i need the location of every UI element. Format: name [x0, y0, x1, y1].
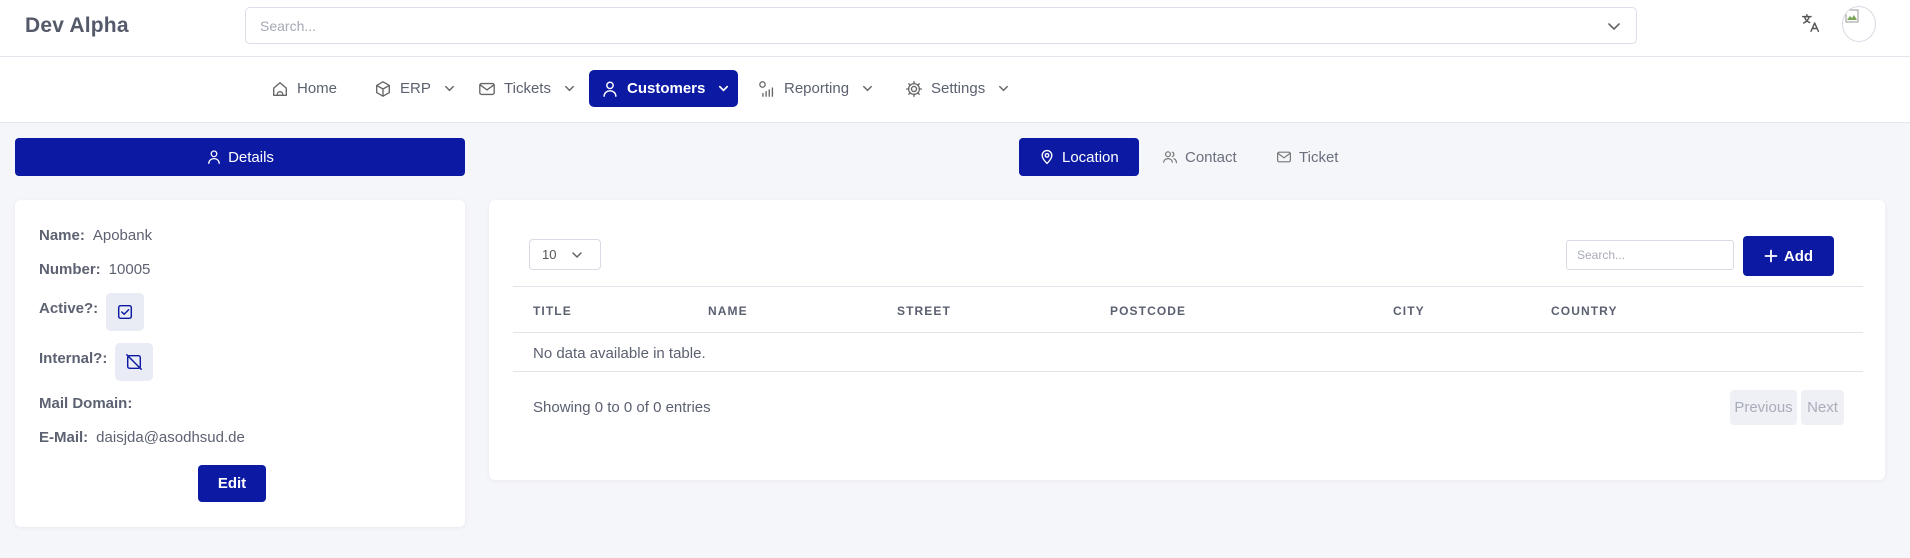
internal-checkbox[interactable] [115, 343, 154, 381]
checkbox-off-icon [126, 354, 143, 370]
empty-table-message: No data available in table. [533, 345, 706, 362]
number-field: Number: 10005 [39, 261, 150, 278]
tab-label: Location [1062, 148, 1119, 166]
email-value: daisjda@asodhsud.de [96, 429, 245, 446]
plus-icon [1764, 249, 1778, 263]
table-info: Showing 0 to 0 of 0 entries [533, 399, 711, 416]
chart-icon [759, 80, 774, 97]
table-search[interactable] [1566, 240, 1734, 270]
gear-icon [905, 80, 923, 97]
mail-icon [1277, 151, 1291, 163]
details-button[interactable]: Details [15, 138, 465, 176]
email-label: E-Mail: [39, 429, 89, 446]
number-label: Number: [39, 261, 101, 278]
table-search-input[interactable] [1567, 241, 1733, 269]
global-search-input[interactable] [246, 8, 1636, 43]
tab-contact[interactable]: Contact [1142, 138, 1257, 176]
internal-field: Internal?: [39, 343, 154, 381]
tab-ticket[interactable]: Ticket [1256, 138, 1358, 176]
chevron-down-icon [999, 85, 1009, 92]
details-button-label: Details [228, 148, 274, 166]
next-page-button[interactable]: Next [1801, 390, 1844, 425]
checkbox-checked-icon [118, 304, 133, 320]
tab-location[interactable]: Location [1019, 138, 1139, 176]
name-field: Name: Apobank [39, 227, 152, 244]
column-header-name[interactable]: NAME [708, 304, 748, 318]
users-icon [1163, 151, 1177, 164]
active-field: Active?: [39, 293, 145, 331]
nav-item-tickets[interactable]: Tickets [466, 70, 588, 107]
tab-label: Ticket [1299, 148, 1339, 166]
name-label: Name: [39, 227, 85, 244]
nav-item-label: ERP [400, 80, 431, 97]
chevron-down-icon [863, 85, 873, 92]
page-length-select[interactable]: 10 [529, 239, 601, 270]
broken-image-icon [1845, 9, 1859, 23]
internal-label: Internal?: [39, 349, 108, 367]
user-icon [208, 150, 220, 165]
previous-page-button[interactable]: Previous [1730, 390, 1797, 425]
global-search[interactable] [245, 7, 1637, 44]
mail-domain-field: Mail Domain: [39, 395, 140, 412]
chevron-down-icon [719, 85, 729, 92]
table-divider [513, 286, 1863, 287]
table-divider [513, 332, 1863, 333]
column-header-city[interactable]: CITY [1393, 304, 1425, 318]
user-icon [603, 81, 617, 97]
nav-item-label: Settings [931, 80, 986, 97]
nav-item-label: Home [297, 80, 338, 97]
active-label: Active?: [39, 299, 99, 317]
nav-item-settings[interactable]: Settings [893, 70, 1022, 107]
tab-label: Contact [1185, 148, 1237, 166]
nav-item-home[interactable]: Home [259, 70, 349, 107]
nav-item-label: Customers [627, 80, 706, 97]
column-header-street[interactable]: STREET [897, 304, 951, 318]
chevron-down-icon [564, 85, 574, 92]
mail-icon [479, 82, 495, 95]
nav-item-reporting[interactable]: Reporting [746, 70, 886, 107]
name-value: Apobank [92, 227, 153, 244]
chevron-down-icon [444, 85, 454, 92]
box-icon [376, 80, 390, 97]
mail-domain-label: Mail Domain: [39, 395, 133, 412]
nav-item-label: Tickets [504, 80, 551, 97]
add-button-label: Add [1783, 247, 1814, 265]
column-header-postcode[interactable]: POSTCODE [1110, 304, 1186, 318]
nav-item-customers[interactable]: Customers [589, 70, 738, 107]
translate-icon[interactable] [1800, 12, 1822, 34]
main-nav: Home ERP Tickets Customers Reporting Set… [0, 57, 1910, 123]
active-checkbox[interactable] [106, 293, 145, 331]
chevron-down-icon[interactable] [1606, 18, 1622, 34]
nav-item-erp[interactable]: ERP [362, 70, 468, 107]
app-brand[interactable]: Dev Alpha [25, 14, 129, 38]
location-table-card: 10 Add TITLE NAME STREET POSTCODE CITY C… [489, 200, 1885, 480]
add-location-button[interactable]: Add [1743, 236, 1834, 276]
table-divider [513, 371, 1863, 372]
customer-details-card: Name: Apobank Number: 10005 Active?: Int… [15, 200, 465, 527]
edit-button[interactable]: Edit [198, 465, 266, 502]
number-value: 10005 [108, 261, 151, 278]
column-header-country[interactable]: COUNTRY [1551, 304, 1618, 318]
nav-item-label: Reporting [784, 80, 850, 97]
chevron-down-icon [572, 252, 582, 259]
column-header-title[interactable]: TITLE [533, 304, 572, 318]
top-bar: Dev Alpha [0, 0, 1910, 57]
page-length-value: 10 [542, 247, 557, 262]
email-field: E-Mail: daisjda@asodhsud.de [39, 429, 245, 446]
avatar[interactable] [1842, 6, 1876, 42]
map-pin-icon [1041, 149, 1053, 165]
home-icon [273, 81, 287, 96]
